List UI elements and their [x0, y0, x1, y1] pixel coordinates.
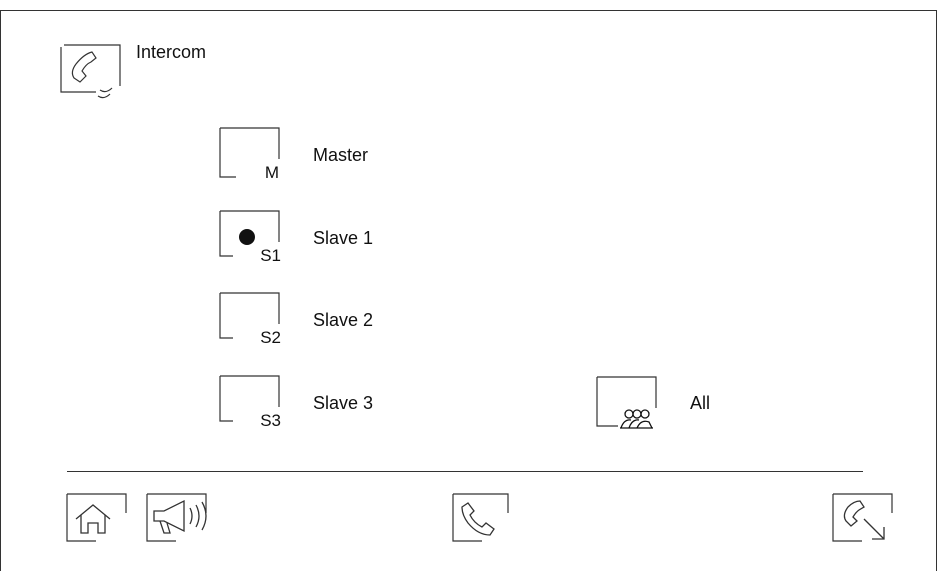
- call-button[interactable]: [452, 493, 514, 543]
- intercom-icon: [60, 44, 122, 100]
- call-icon: [452, 493, 509, 542]
- option-label-master: Master: [313, 145, 369, 165]
- toolbar-divider: [67, 471, 863, 472]
- option-slave-1-button[interactable]: S1: [219, 210, 281, 264]
- screen-frame: [0, 10, 937, 571]
- option-code: M: [264, 163, 279, 182]
- option-code: S2: [260, 328, 281, 347]
- group-icon: [620, 409, 653, 429]
- call-transfer-icon: [832, 493, 893, 542]
- option-label-slave-3: Slave 3: [313, 393, 374, 413]
- page-title: Intercom: [136, 42, 207, 62]
- option-label-all: All: [690, 393, 711, 413]
- home-icon: [66, 493, 127, 542]
- option-all-button[interactable]: [596, 376, 658, 430]
- announce-button[interactable]: [146, 493, 224, 543]
- megaphone-icon: [146, 493, 207, 542]
- option-slave-3-button[interactable]: S3: [219, 375, 281, 429]
- option-label-slave-2: Slave 2: [313, 310, 374, 330]
- option-master-button[interactable]: M: [219, 127, 281, 181]
- call-transfer-button[interactable]: [832, 493, 894, 543]
- selected-indicator-dot: [239, 229, 255, 245]
- home-button[interactable]: [66, 493, 128, 543]
- option-slave-2-button[interactable]: S2: [219, 292, 281, 346]
- option-code: S1: [260, 246, 281, 265]
- option-code: S3: [260, 411, 281, 430]
- option-label-slave-1: Slave 1: [313, 228, 374, 248]
